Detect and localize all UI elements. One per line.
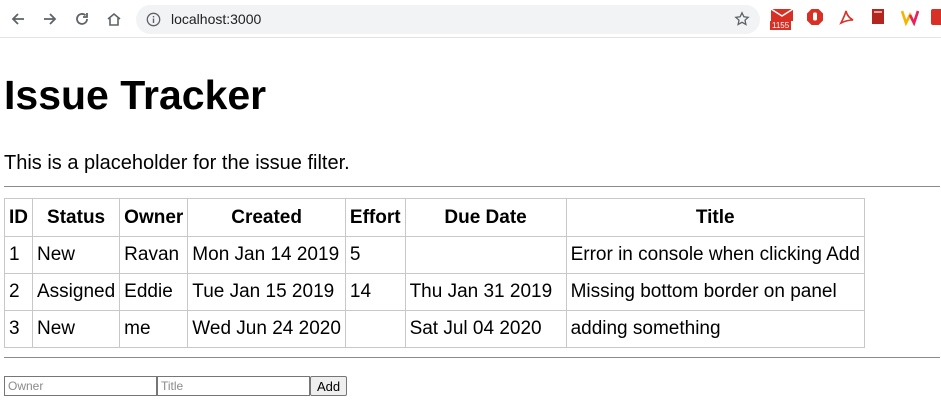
page-title: Issue Tracker bbox=[4, 72, 267, 118]
header-created: Created bbox=[187, 198, 346, 237]
cell-due-date: Thu Jan 31 2019 bbox=[404, 273, 567, 311]
url-text: localhost:3000 bbox=[171, 11, 262, 27]
cell-due-date bbox=[404, 236, 567, 274]
cell-status: Assigned bbox=[31, 273, 121, 311]
owner-input[interactable] bbox=[4, 376, 157, 396]
cell-created: Wed Jun 24 2020 bbox=[187, 310, 346, 348]
pdf-extension-icon[interactable] bbox=[838, 8, 856, 30]
cell-effort: 14 bbox=[344, 273, 406, 311]
back-icon[interactable] bbox=[7, 8, 29, 30]
issue-table: ID Status Owner Created Effort Due Date … bbox=[4, 198, 865, 348]
header-due-date: Due Date bbox=[404, 198, 567, 237]
title-input[interactable] bbox=[157, 376, 310, 396]
cell-owner: me bbox=[119, 310, 189, 348]
cell-status: New bbox=[31, 236, 121, 274]
cell-id: 2 bbox=[4, 273, 33, 311]
cell-status: New bbox=[31, 310, 121, 348]
cell-owner: Ravan bbox=[119, 236, 189, 274]
header-owner: Owner bbox=[119, 198, 189, 237]
table-row: 2 Assigned Eddie Tue Jan 15 2019 14 Thu … bbox=[4, 273, 865, 311]
cell-title: Missing bottom border on panel bbox=[565, 273, 865, 311]
forward-icon[interactable] bbox=[39, 8, 61, 30]
header-title: Title bbox=[565, 198, 865, 237]
table-row: 1 New Ravan Mon Jan 14 2019 5 Error in c… bbox=[4, 236, 865, 274]
cell-title: Error in console when clicking Add bbox=[565, 236, 865, 274]
cell-id: 3 bbox=[4, 310, 33, 348]
book-extension-icon[interactable] bbox=[870, 8, 888, 30]
table-header-row: ID Status Owner Created Effort Due Date … bbox=[4, 198, 865, 237]
header-effort: Effort bbox=[344, 198, 406, 237]
header-status: Status bbox=[31, 198, 121, 237]
add-button[interactable]: Add bbox=[310, 376, 348, 396]
divider-bottom bbox=[4, 357, 940, 358]
browser-toolbar: localhost:3000 1155 bbox=[0, 0, 941, 38]
add-issue-form: Add bbox=[4, 376, 348, 396]
issue-filter-placeholder: This is a placeholder for the issue filt… bbox=[4, 152, 350, 174]
cell-effort: 5 bbox=[344, 236, 406, 274]
address-bar[interactable]: localhost:3000 bbox=[136, 5, 760, 34]
mail-extension-icon[interactable]: 1155 bbox=[770, 8, 796, 30]
cell-created: Mon Jan 14 2019 bbox=[187, 236, 346, 274]
cell-due-date: Sat Jul 04 2020 bbox=[404, 310, 567, 348]
mail-badge: 1155 bbox=[770, 21, 792, 30]
adblock-extension-icon[interactable] bbox=[806, 8, 824, 30]
divider-top bbox=[4, 186, 940, 187]
cell-owner: Eddie bbox=[119, 273, 189, 311]
w-extension-icon[interactable] bbox=[900, 8, 920, 30]
table-row: 3 New me Wed Jun 24 2020 Sat Jul 04 2020… bbox=[4, 310, 865, 348]
cell-id: 1 bbox=[4, 236, 33, 274]
header-id: ID bbox=[4, 198, 33, 237]
cell-effort bbox=[344, 310, 406, 348]
info-icon[interactable] bbox=[146, 12, 161, 27]
cell-created: Tue Jan 15 2019 bbox=[187, 273, 346, 311]
reload-icon[interactable] bbox=[71, 8, 93, 30]
extension-overflow-icon[interactable] bbox=[930, 8, 941, 30]
home-icon[interactable] bbox=[103, 8, 125, 30]
bookmark-star-icon[interactable] bbox=[734, 11, 750, 27]
cell-title: adding something bbox=[565, 310, 865, 348]
